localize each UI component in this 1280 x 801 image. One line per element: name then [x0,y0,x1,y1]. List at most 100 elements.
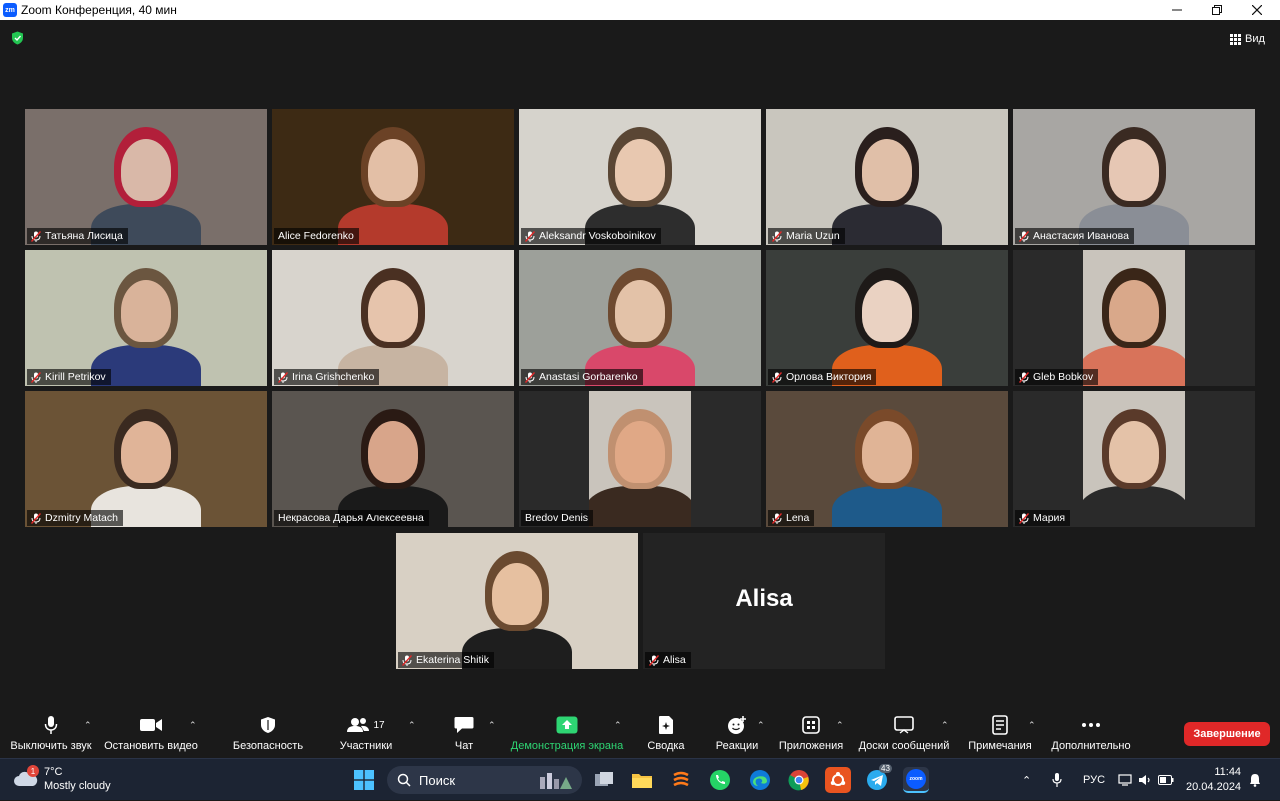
security-button[interactable]: Безопасность [228,714,308,756]
participant-name-tag: Некрасова Дарья Алексеевна [274,510,429,526]
file-explorer-app[interactable] [629,767,655,793]
muted-microphone-icon [31,230,41,242]
participant-name-tag: Lena [768,510,815,526]
participant-tile[interactable]: Ekaterina Shitik [396,533,638,669]
participant-tile[interactable]: Irina Grishchenko [272,250,514,386]
apps-button[interactable]: Приложения [777,714,845,756]
start-button[interactable] [351,767,377,793]
ubuntu-app[interactable] [825,767,851,793]
participants-button[interactable]: 17 Участники [332,714,400,756]
whiteboards-options-caret[interactable]: ⌃ [941,714,951,756]
security-label: Безопасность [232,740,304,752]
chat-label: Чат [454,740,474,752]
task-view-button[interactable] [591,767,617,793]
participant-tile[interactable]: Alisa Alisa [643,533,885,669]
clock-date: 20.04.2024 [1186,781,1242,793]
notification-bell-icon [1250,774,1260,787]
video-options-caret[interactable]: ⌃ [189,714,199,756]
participant-tile[interactable]: Gleb Bobkov [1013,250,1255,386]
participant-tile[interactable]: Татьяна Лисица [25,109,267,245]
language-indicator[interactable]: РУС [1083,759,1105,801]
summary-button[interactable]: Сводка [644,714,688,756]
participant-video [519,250,761,386]
weather-widget[interactable]: 1 7°C Mostly cloudy [14,765,111,793]
more-button[interactable]: Дополнительно [1050,714,1132,756]
participant-tile[interactable]: Орлова Виктория [766,250,1008,386]
muted-microphone-icon [278,371,288,383]
apps-options-caret[interactable]: ⌃ [836,714,846,756]
zoom-app[interactable]: zoom [903,767,929,793]
search-highlight-icon [540,773,572,789]
participant-name: Орлова Виктория [786,371,872,383]
audio-options-caret[interactable]: ⌃ [84,714,94,756]
chevron-up-icon: ⌃ [941,720,949,730]
participant-name-tag: Анастасия Иванова [1015,228,1134,244]
whiteboard-icon [894,716,914,734]
stop-video-button[interactable]: Остановить видео [104,714,198,756]
whiteboards-button[interactable]: Доски сообщений [856,714,952,756]
participant-tile[interactable]: Мария [1013,391,1255,527]
participant-name: Мария [1033,512,1066,524]
muted-microphone-icon [402,654,412,666]
participant-tile[interactable]: Некрасова Дарья Алексеевна [272,391,514,527]
participant-tile[interactable]: Kirill Petrikov [25,250,267,386]
participants-icon [347,718,370,732]
system-tray-icons[interactable] [1118,759,1174,801]
minimize-icon [1172,9,1182,11]
app-orange[interactable] [668,767,694,793]
participant-video [25,250,267,386]
notifications-button[interactable] [1249,759,1261,801]
participant-tile[interactable]: Anastasi Gorbarenko [519,250,761,386]
taskbar-search-box[interactable]: Поиск [387,766,582,794]
close-window-button[interactable] [1237,0,1277,20]
show-hidden-icons-button[interactable]: ⌃ [1022,759,1036,801]
view-button[interactable]: Вид [1230,30,1265,48]
participant-tile[interactable]: Maria Uzun [766,109,1008,245]
mute-button[interactable]: Выключить звук [8,714,94,756]
close-icon [1252,5,1262,15]
participant-tile[interactable]: Bredov Denis [519,391,761,527]
participant-tile[interactable]: Lena [766,391,1008,527]
end-meeting-button[interactable]: Завершение [1184,722,1270,746]
restore-icon [1212,5,1222,15]
participants-options-caret[interactable]: ⌃ [408,714,418,756]
share-options-caret[interactable]: ⌃ [614,714,624,756]
encryption-shield-icon[interactable] [11,31,24,45]
participant-tile[interactable]: Aleksandr Voskoboinikov [519,109,761,245]
zoom-logo-icon: zm [3,3,17,17]
meeting-toolbar: Выключить звук ⌃ Остановить видео ⌃ Безо… [0,710,1280,758]
chat-options-caret[interactable]: ⌃ [488,714,498,756]
participant-name: Aleksandr Voskoboinikov [539,230,656,242]
participants-count: 17 [373,719,385,731]
chevron-up-icon: ⌃ [408,720,416,730]
participant-name: Анастасия Иванова [1033,230,1129,242]
chat-button[interactable]: Чат [446,714,482,756]
participant-tile[interactable]: Dzmitry Matach [25,391,267,527]
tray-microphone[interactable] [1052,759,1062,801]
participant-name: Ekaterina Shitik [416,654,489,666]
share-screen-button[interactable]: Демонстрация экрана [508,714,626,756]
notes-button[interactable]: Примечания [966,714,1034,756]
search-icon [397,773,411,787]
muted-microphone-icon [649,654,659,666]
reactions-button[interactable]: Реакции [712,714,762,756]
participant-name: Alice Fedorenko [278,230,354,242]
participant-tile[interactable]: Анастасия Иванова [1013,109,1255,245]
telegram-app[interactable]: 43 [864,764,892,793]
weather-badge: 1 [27,765,39,777]
weather-temperature: 7°C [44,766,63,778]
minimize-button[interactable] [1157,0,1197,20]
participant-tile[interactable]: Alice Fedorenko [272,109,514,245]
participant-video [519,109,761,245]
more-dots-icon [1082,723,1100,727]
edge-browser-app[interactable] [747,767,773,793]
whatsapp-app[interactable] [707,767,733,793]
ubuntu-icon [830,772,846,786]
restore-button[interactable] [1197,0,1237,20]
participant-name: Dzmitry Matach [45,512,118,524]
chrome-browser-app[interactable] [786,767,812,793]
notes-options-caret[interactable]: ⌃ [1028,714,1038,756]
taskbar-clock[interactable]: 11:44 20.04.2024 [1186,765,1241,795]
clock-time: 11:44 [1214,766,1242,778]
reactions-options-caret[interactable]: ⌃ [757,714,767,756]
